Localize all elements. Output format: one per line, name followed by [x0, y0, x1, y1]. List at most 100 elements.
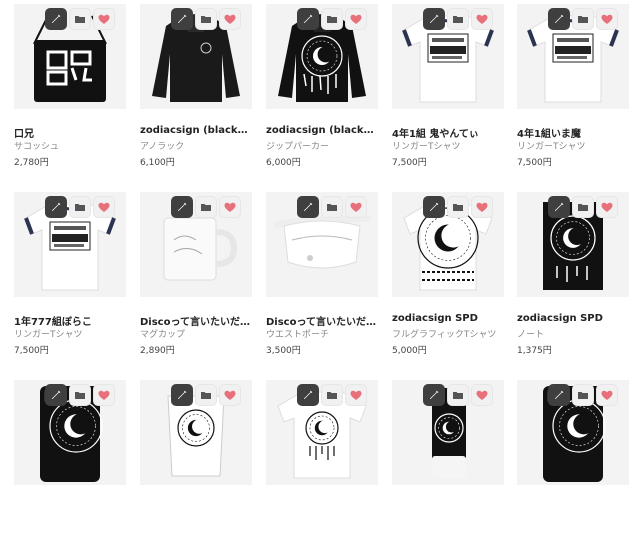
folder-icon[interactable]	[321, 196, 343, 218]
folder-icon[interactable]	[195, 196, 217, 218]
product-card[interactable]: 1年777組ぼらこ リンガーTシャツ 7,500円	[14, 192, 126, 362]
product-title[interactable]: Discoって言いたいだ…	[266, 313, 378, 328]
heart-icon[interactable]	[345, 384, 367, 406]
folder-icon[interactable]	[572, 384, 594, 406]
product-price: 2,780円	[14, 158, 49, 168]
heart-icon[interactable]	[219, 384, 241, 406]
product-type: サコッシュ	[14, 142, 60, 152]
pencil-icon[interactable]	[297, 384, 319, 406]
folder-icon[interactable]	[195, 8, 217, 30]
heart-icon[interactable]	[596, 8, 618, 30]
product-title[interactable]: 口兄	[14, 125, 126, 140]
heart-icon[interactable]	[345, 196, 367, 218]
product-actions	[423, 8, 493, 30]
pencil-icon[interactable]	[548, 384, 570, 406]
product-actions	[297, 196, 367, 218]
heart-icon[interactable]	[471, 384, 493, 406]
product-card[interactable]: 4年1組いま魔 リンガーTシャツ 7,500円	[517, 4, 629, 174]
pencil-icon[interactable]	[423, 8, 445, 30]
product-actions	[45, 384, 115, 406]
product-price: 6,000円	[266, 158, 301, 168]
pencil-icon[interactable]	[45, 8, 67, 30]
product-price: 7,500円	[392, 158, 427, 168]
heart-icon[interactable]	[596, 384, 618, 406]
heart-icon[interactable]	[219, 8, 241, 30]
product-card[interactable]: Discoって言いたいだ… マグカップ 2,890円	[140, 192, 252, 362]
product-price: 7,500円	[14, 346, 49, 356]
product-title[interactable]: Discoって言いたいだ…	[140, 313, 252, 328]
pencil-icon[interactable]	[423, 196, 445, 218]
pencil-icon[interactable]	[423, 384, 445, 406]
product-title[interactable]: 1年777組ぼらこ	[14, 313, 126, 328]
product-actions	[297, 8, 367, 30]
folder-icon[interactable]	[321, 8, 343, 30]
product-actions	[548, 384, 618, 406]
pencil-icon[interactable]	[171, 384, 193, 406]
product-card[interactable]: 口兄 サコッシュ 2,780円	[14, 4, 126, 174]
product-actions	[171, 8, 241, 30]
folder-icon[interactable]	[321, 384, 343, 406]
product-actions	[171, 384, 241, 406]
folder-icon[interactable]	[69, 384, 91, 406]
heart-icon[interactable]	[93, 384, 115, 406]
product-title[interactable]: 4年1組いま魔	[517, 125, 629, 140]
heart-icon[interactable]	[596, 196, 618, 218]
pencil-icon[interactable]	[297, 8, 319, 30]
product-title[interactable]: 4年1組 鬼やんてぃ	[392, 125, 504, 140]
product-title[interactable]: zodiacsign (blackb…	[140, 125, 252, 136]
product-type: フルグラフィックTシャツ	[392, 330, 497, 340]
pencil-icon[interactable]	[171, 196, 193, 218]
product-actions	[297, 384, 367, 406]
pencil-icon[interactable]	[45, 196, 67, 218]
folder-icon[interactable]	[447, 196, 469, 218]
heart-icon[interactable]	[93, 8, 115, 30]
product-type: アノラック	[140, 142, 185, 152]
heart-icon[interactable]	[471, 196, 493, 218]
product-actions	[171, 196, 241, 218]
heart-icon[interactable]	[345, 8, 367, 30]
folder-icon[interactable]	[447, 384, 469, 406]
product-card[interactable]	[14, 380, 126, 550]
product-card[interactable]	[140, 380, 252, 550]
product-actions	[45, 8, 115, 30]
heart-icon[interactable]	[93, 196, 115, 218]
product-card[interactable]: 4年1組 鬼やんてぃ リンガーTシャツ 7,500円	[392, 4, 504, 174]
folder-icon[interactable]	[69, 8, 91, 30]
pencil-icon[interactable]	[548, 8, 570, 30]
pencil-icon[interactable]	[548, 196, 570, 218]
product-type: ウエストポーチ	[266, 330, 330, 340]
heart-icon[interactable]	[219, 196, 241, 218]
product-card[interactable]	[392, 380, 504, 550]
product-price: 5,000円	[392, 346, 427, 356]
heart-icon[interactable]	[471, 8, 493, 30]
product-card[interactable]: zodiacsign SPD フルグラフィックTシャツ 5,000円	[392, 192, 504, 362]
product-type: ノート	[517, 330, 545, 340]
product-card[interactable]: Discoって言いたいだ… ウエストポーチ 3,500円	[266, 192, 378, 362]
product-actions	[45, 196, 115, 218]
folder-icon[interactable]	[69, 196, 91, 218]
pencil-icon[interactable]	[45, 384, 67, 406]
product-actions	[423, 196, 493, 218]
folder-icon[interactable]	[572, 8, 594, 30]
product-grid: 口兄 サコッシュ 2,780円 zodiacsign (blackb… アノラッ…	[0, 0, 640, 491]
product-card[interactable]: zodiacsign (blackb… アノラック 6,100円	[140, 4, 252, 174]
pencil-icon[interactable]	[297, 196, 319, 218]
product-type: リンガーTシャツ	[14, 330, 83, 340]
folder-icon[interactable]	[195, 384, 217, 406]
folder-icon[interactable]	[447, 8, 469, 30]
product-type: リンガーTシャツ	[392, 142, 461, 152]
product-actions	[423, 384, 493, 406]
product-title[interactable]: zodiacsign SPD	[517, 313, 629, 324]
product-actions	[548, 196, 618, 218]
product-price: 2,890円	[140, 346, 175, 356]
product-card[interactable]	[266, 380, 378, 550]
pencil-icon[interactable]	[171, 8, 193, 30]
product-card[interactable]: zodiacsign (blackb… ジップパーカー 6,000円	[266, 4, 378, 174]
product-title[interactable]: zodiacsign (blackb…	[266, 125, 378, 136]
product-actions	[548, 8, 618, 30]
folder-icon[interactable]	[572, 196, 594, 218]
product-price: 7,500円	[517, 158, 552, 168]
product-title[interactable]: zodiacsign SPD	[392, 313, 504, 324]
product-card[interactable]	[517, 380, 629, 550]
product-card[interactable]: zodiacsign SPD ノート 1,375円	[517, 192, 629, 362]
